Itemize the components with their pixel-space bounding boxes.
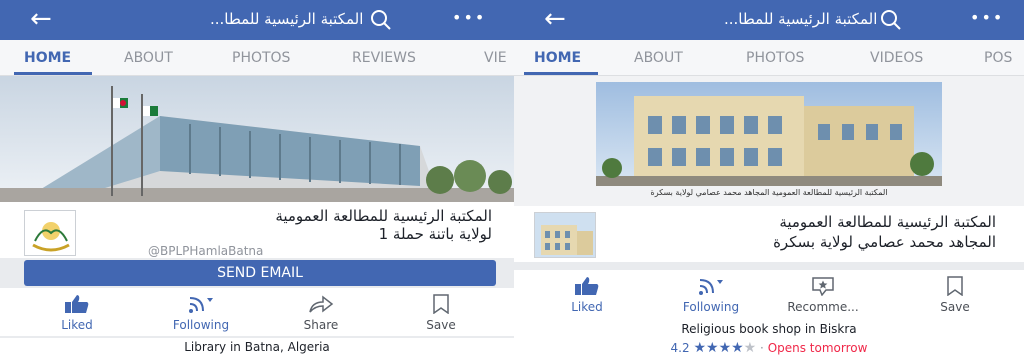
share-button[interactable]: Share	[276, 288, 366, 336]
page-name-line-1: المكتبة الرئيسية للمطالعة العمومية	[779, 213, 996, 231]
recommend-label: Recomme...	[787, 300, 859, 314]
page-header: المكتبة الرئيسية للمطالعة العمومية لولاي…	[0, 202, 514, 258]
liked-button[interactable]: Liked	[32, 288, 122, 336]
liked-button[interactable]: Liked	[542, 270, 632, 318]
rating-row: 4.2 ★★★★★ · Opens tomorrow	[514, 340, 1024, 356]
following-label: Following	[172, 318, 230, 332]
cover-photo[interactable]: المكتبة الرئيسية للمطالعة العمومية المجا…	[514, 76, 1024, 206]
save-label: Save	[426, 318, 456, 332]
tab-about[interactable]: ABOUT	[634, 50, 683, 66]
save-label: Save	[940, 300, 970, 314]
share-label: Share	[303, 318, 339, 332]
tab-bar: HOME ABOUT PHOTOS REVIEWS VIE	[0, 40, 514, 76]
bookmark-icon	[947, 276, 963, 296]
tab-reviews[interactable]: REVIEWS	[352, 50, 416, 66]
tab-photos[interactable]: PHOTOS	[746, 50, 804, 66]
page-header: المكتبة الرئيسية للمطالعة العمومية المجا…	[514, 206, 1024, 262]
following-label: Following	[682, 300, 740, 314]
rating-separator: ·	[756, 341, 768, 355]
rating-stars-filled: ★★★★	[693, 340, 744, 356]
cover-photo[interactable]	[0, 76, 514, 202]
page-name-line-1: المكتبة الرئيسية للمطالعة العمومية	[275, 207, 492, 225]
liked-label: Liked	[61, 318, 93, 332]
page-avatar[interactable]	[24, 210, 76, 256]
recommend-icon	[812, 277, 834, 296]
rss-icon	[189, 297, 213, 313]
active-tab-indicator	[524, 72, 598, 75]
page-category: Religious book shop in Biskra	[681, 322, 857, 336]
page-title: المكتبة الرئيسية للمطا...	[724, 10, 878, 28]
page-info: Religious book shop in Biskra 4.2 ★★★★★ …	[514, 318, 1024, 356]
library-logo-icon	[25, 211, 75, 255]
thumbs-up-icon	[575, 277, 599, 295]
tab-bar: HOME ABOUT PHOTOS VIDEOS POS	[514, 40, 1024, 76]
tab-home[interactable]: HOME	[534, 50, 581, 66]
tab-photos[interactable]: PHOTOS	[232, 50, 290, 66]
rating-value: 4.2	[670, 341, 690, 355]
page-title: المكتبة الرئيسية للمطا...	[210, 10, 364, 28]
page-name-line-2: المجاهد محمد عصامي لولاية بسكرة	[773, 233, 996, 251]
tab-videos[interactable]: VIE	[484, 50, 507, 66]
cover-caption: المكتبة الرئيسية للمطالعة العمومية المجا…	[650, 188, 888, 197]
action-bar: Liked Following Recomme... Save	[514, 270, 1024, 318]
tab-about[interactable]: ABOUT	[124, 50, 173, 66]
app-bar: ← المكتبة الرئيسية للمطا... •••	[0, 0, 514, 40]
bookmark-icon	[433, 294, 449, 314]
following-button[interactable]: Following	[156, 288, 246, 336]
more-icon[interactable]: •••	[970, 8, 1004, 27]
back-arrow-icon[interactable]: ←	[30, 4, 52, 34]
opening-status: Opens tomorrow	[767, 341, 868, 355]
search-icon[interactable]	[880, 9, 902, 31]
left-screen: ← المكتبة الرئيسية للمطا... ••• HOME ABO…	[0, 0, 514, 356]
building-thumbnail-icon	[535, 213, 595, 257]
tab-posts[interactable]: POS	[984, 50, 1012, 66]
rating-stars-empty: ★	[743, 340, 757, 356]
right-screen: ← المكتبة الرئيسية للمطا... ••• HOME ABO…	[514, 0, 1024, 356]
share-icon	[309, 295, 334, 313]
send-email-button[interactable]: SEND EMAIL	[24, 260, 496, 286]
save-button[interactable]: Save	[910, 270, 1000, 318]
page-name-line-2: لولاية باتنة حملة 1	[378, 225, 492, 243]
more-icon[interactable]: •••	[452, 8, 486, 27]
liked-label: Liked	[571, 300, 603, 314]
following-button[interactable]: Following	[666, 270, 756, 318]
back-arrow-icon[interactable]: ←	[544, 4, 566, 34]
search-icon[interactable]	[370, 9, 392, 31]
recommend-button[interactable]: Recomme...	[778, 270, 868, 318]
save-button[interactable]: Save	[396, 288, 486, 336]
action-bar: Liked Following Share Save	[0, 288, 514, 336]
page-avatar[interactable]	[534, 212, 596, 258]
thumbs-up-icon	[65, 295, 89, 313]
rss-icon	[699, 279, 723, 295]
tab-home[interactable]: HOME	[24, 50, 71, 66]
active-tab-indicator	[14, 72, 92, 75]
page-category: Library in Batna, Algeria	[0, 338, 514, 356]
tab-videos[interactable]: VIDEOS	[870, 50, 923, 66]
page-handle: @BPLPHamlaBatna	[148, 244, 264, 258]
app-bar: ← المكتبة الرئيسية للمطا... •••	[514, 0, 1024, 40]
